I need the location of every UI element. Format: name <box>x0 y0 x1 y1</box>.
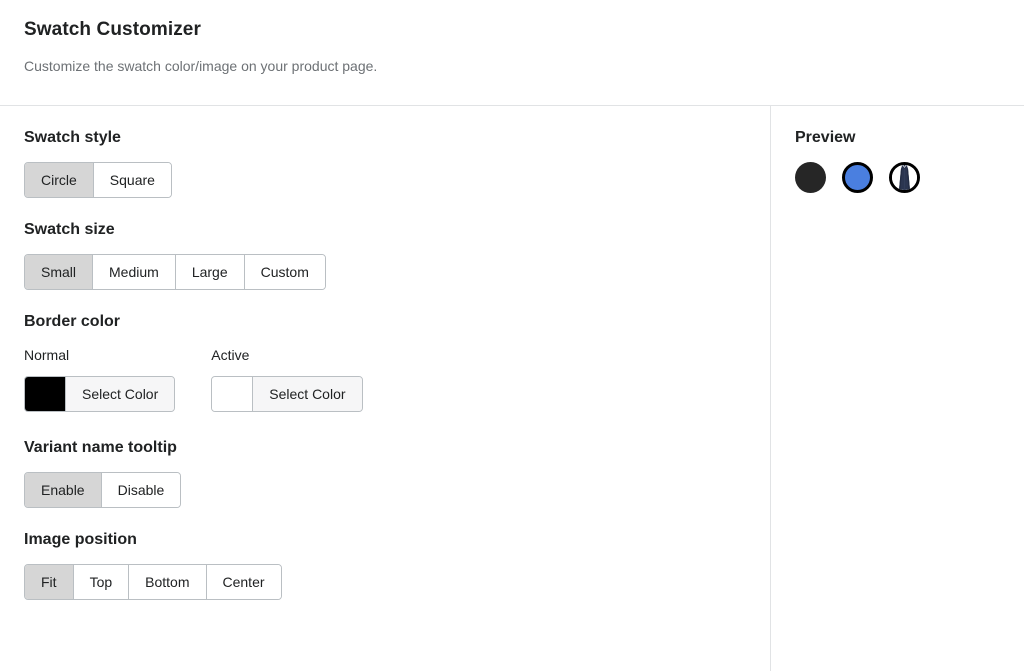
garment-image <box>892 165 917 190</box>
swatch-size-option-medium[interactable]: Medium <box>92 255 175 289</box>
border-color-normal-label: Normal <box>24 347 70 363</box>
page-body: Swatch style Circle Square Swatch size S… <box>0 106 1024 671</box>
swatch-style-title: Swatch style <box>24 129 121 146</box>
border-color-active-label: Active <box>211 347 250 363</box>
image-position-option-top[interactable]: Top <box>72 565 129 599</box>
preview-swatch-image-garment[interactable] <box>889 162 920 193</box>
border-color-active-swatch[interactable] <box>212 377 254 411</box>
preview-swatch-solid-dark[interactable] <box>795 162 826 193</box>
page-header: Swatch Customizer Customize the swatch c… <box>0 0 1024 106</box>
border-color-normal-swatch[interactable] <box>25 377 66 411</box>
border-color-active-picker[interactable]: Select Color <box>211 376 363 412</box>
variant-name-tooltip-option-enable[interactable]: Enable <box>25 473 101 507</box>
variant-name-tooltip-title: Variant name tooltip <box>24 439 177 456</box>
image-position-option-fit[interactable]: Fit <box>25 565 73 599</box>
settings-column: Swatch style Circle Square Swatch size S… <box>0 106 771 671</box>
border-color-normal-select-button[interactable]: Select Color <box>66 377 175 411</box>
swatch-customizer-page: Swatch Customizer Customize the swatch c… <box>0 0 1024 671</box>
section-swatch-style: Swatch style Circle Square <box>24 128 746 198</box>
preview-column: Preview <box>771 106 1024 671</box>
section-image-position: Image position Fit Top Bottom Center <box>24 530 746 600</box>
variant-name-tooltip-segmented-control[interactable]: Enable Disable <box>24 472 182 508</box>
swatch-size-option-large[interactable]: Large <box>174 255 244 289</box>
page-title: Swatch Customizer <box>24 19 201 40</box>
image-position-option-bottom[interactable]: Bottom <box>128 565 206 599</box>
variant-name-tooltip-option-disable[interactable]: Disable <box>100 473 181 507</box>
image-position-option-center[interactable]: Center <box>205 565 281 599</box>
preview-swatch-list <box>795 162 1000 193</box>
preview-swatch-solid-blue[interactable] <box>842 162 873 193</box>
section-border-color: Border color Normal Select Color Active <box>24 312 746 416</box>
image-position-title: Image position <box>24 531 137 548</box>
swatch-style-segmented-control[interactable]: Circle Square <box>24 162 172 198</box>
swatch-style-option-square[interactable]: Square <box>92 163 171 197</box>
page-subtitle: Customize the swatch color/image on your… <box>24 58 378 74</box>
swatch-size-option-small[interactable]: Small <box>25 255 93 289</box>
border-color-normal-field: Normal Select Color <box>24 346 176 416</box>
border-color-active-select-button[interactable]: Select Color <box>253 377 362 411</box>
section-variant-name-tooltip: Variant name tooltip Enable Disable <box>24 438 746 508</box>
preview-title: Preview <box>795 129 856 146</box>
border-color-active-field: Active Select Color <box>211 346 363 416</box>
swatch-size-segmented-control[interactable]: Small Medium Large Custom <box>24 254 326 290</box>
swatch-style-option-circle[interactable]: Circle <box>25 163 93 197</box>
section-swatch-size: Swatch size Small Medium Large Custom <box>24 220 746 290</box>
swatch-size-option-custom[interactable]: Custom <box>243 255 325 289</box>
border-color-fields: Normal Select Color Active Select Color <box>24 346 746 416</box>
swatch-size-title: Swatch size <box>24 221 115 238</box>
border-color-title: Border color <box>24 313 121 330</box>
image-position-segmented-control[interactable]: Fit Top Bottom Center <box>24 564 282 600</box>
border-color-normal-picker[interactable]: Select Color <box>24 376 176 412</box>
